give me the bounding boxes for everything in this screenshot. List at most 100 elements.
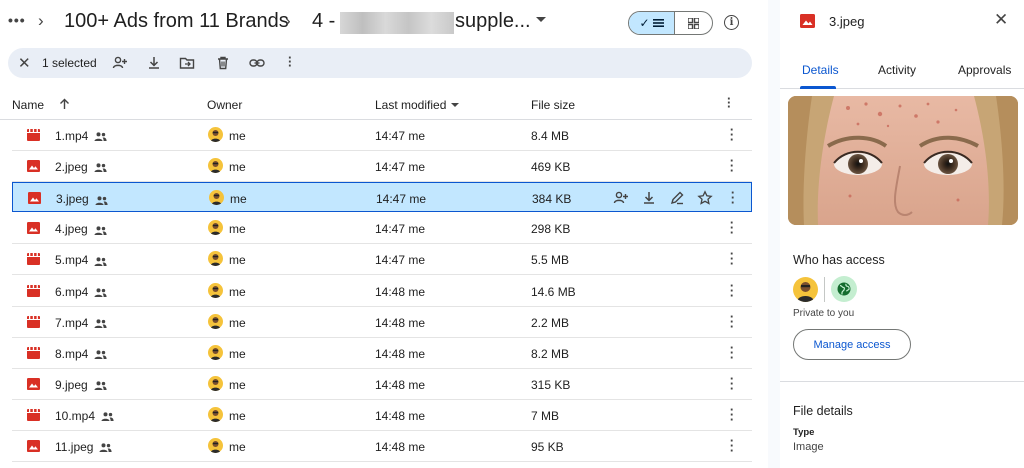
file-name[interactable]: 8.mp4 [55,347,107,361]
owner-name: me [229,129,246,143]
file-name[interactable]: 3.jpeg [56,192,108,206]
table-row[interactable]: 11.jpeg me 14:48 me 95 KB · · · [12,431,752,462]
breadcrumb-more-button[interactable]: ••• [8,12,26,32]
table-row[interactable]: 2.jpeg me 14:47 me 469 KB · · · [12,151,752,183]
last-modified: 14:47 me [375,160,426,175]
shared-people-icon [94,350,107,360]
row-more-actions-icon[interactable]: · · · [727,310,737,333]
table-row[interactable]: 7.mp4 me 14:48 me 2.2 MB · · · [12,307,752,338]
close-details-icon[interactable]: ✕ [994,10,1008,30]
image-preview[interactable] [788,96,1018,225]
table-row[interactable]: 5.mp4 me 14:47 me 5.5 MB · · · [12,244,752,276]
clear-selection-icon[interactable]: ✕ [18,54,31,72]
type-value: Image [793,441,824,453]
link-icon[interactable] [249,55,265,71]
details-pane: 3.jpeg ✕ Details Activity Approvals Who … [780,0,1024,468]
who-has-access-title: Who has access [793,253,885,267]
tab-details[interactable]: Details [802,63,839,77]
file-list-pane: ••• › 100+ Ads from 11 Brands › 4 - supp… [0,0,768,468]
owner-name: me [229,284,246,299]
file-name[interactable]: 6.mp4 [55,285,107,299]
sort-arrow-up-icon[interactable] [59,98,70,110]
breadcrumb-current-folder[interactable]: supple... [455,10,531,33]
file-size: 95 KB [531,440,564,454]
share-icon[interactable] [613,190,629,206]
file-name[interactable]: 7.mp4 [55,316,107,330]
file-name[interactable]: 4.jpeg [55,222,107,236]
file-name[interactable]: 5.mp4 [55,253,107,267]
row-more-actions-icon[interactable]: · · · [727,247,737,270]
row-more-actions-icon[interactable]: · · · [727,341,737,364]
pane-divider [768,0,780,468]
table-row[interactable]: 4.jpeg me 14:47 me 298 KB · · · [12,213,752,245]
row-more-actions-icon[interactable]: · · · [727,216,737,239]
table-row[interactable]: 1.mp4 me 14:47 me 8.4 MB · · · [12,120,752,151]
last-modified: 14:47 me [375,222,426,237]
last-modified: 14:48 me [375,408,426,423]
file-name[interactable]: 9.jpeg [55,378,107,392]
star-icon[interactable] [697,190,713,206]
column-last-modified[interactable]: Last modified [375,98,446,112]
video-file-icon [27,129,40,141]
breadcrumb-current-prefix[interactable]: 4 - [312,10,335,33]
table-row[interactable]: 10.mp4 me 14:48 me 7 MB · · · [12,400,752,431]
owner-name: me [229,408,246,423]
owner-avatar [208,127,223,142]
column-options-icon[interactable]: · · · [727,92,731,113]
file-size: 7 MB [531,408,560,423]
row-more-actions-icon[interactable]: · · · [727,154,737,177]
row-more-actions-icon[interactable]: · · · [727,434,737,457]
last-modified: 14:48 me [375,440,426,454]
grid-view-button[interactable] [675,12,712,34]
selected-count: 1 selected [42,56,97,70]
row-more-actions-icon[interactable]: · · · [727,123,737,146]
row-more-actions-icon[interactable]: · · · [727,403,737,426]
share-icon[interactable] [112,55,128,71]
selection-toolbar: ✕ 1 selected · · · [8,48,752,78]
owner-avatar [208,158,223,174]
sort-dropdown-icon[interactable] [451,103,459,107]
owner-avatar[interactable] [793,277,818,302]
download-icon[interactable] [146,55,162,71]
table-header: Name Owner Last modified File size · · · [0,88,752,120]
file-size: 2.2 MB [531,315,570,330]
manage-access-button[interactable]: Manage access [793,329,911,360]
file-name[interactable]: 11.jpeg [55,440,113,454]
check-icon: ✓ [639,16,650,30]
list-view-button[interactable]: ✓ [629,12,675,34]
move-icon[interactable] [179,55,195,71]
owner-avatar [209,190,224,206]
table-row[interactable]: 6.mp4 me 14:48 me 14.6 MB · · · [12,276,752,307]
table-row[interactable]: 3.jpeg me 14:47 me 384 KB · · · [12,182,752,213]
rename-icon[interactable] [669,190,685,206]
column-owner[interactable]: Owner [207,98,242,112]
column-file-size[interactable]: File size [531,98,575,112]
tab-activity[interactable]: Activity [878,63,916,77]
row-more-actions-icon[interactable]: · · · [727,279,737,302]
trash-icon[interactable] [215,55,231,71]
image-file-icon [27,377,40,390]
row-more-actions-icon[interactable]: · · · [727,372,737,395]
more-actions-icon[interactable]: · · · [288,51,292,72]
folder-dropdown-icon[interactable] [536,17,546,22]
row-more-actions-icon[interactable]: · · · [728,186,738,209]
file-name[interactable]: 1.mp4 [55,129,107,143]
file-size: 8.4 MB [531,129,570,143]
table-row[interactable]: 9.jpeg me 14:48 me 315 KB · · · [12,369,752,400]
file-size: 469 KB [531,160,571,175]
breadcrumb-folder-ads[interactable]: 100+ Ads from 11 Brands [64,10,289,33]
shared-people-icon [94,226,107,235]
table-row[interactable]: 8.mp4 me 14:48 me 8.2 MB · · · [12,338,752,369]
owner-name: me [229,160,246,175]
shared-people-icon [94,319,107,328]
column-name[interactable]: Name [12,98,44,112]
file-name[interactable]: 2.jpeg [55,160,107,174]
tab-approvals[interactable]: Approvals [958,63,1011,77]
image-file-icon [27,160,40,173]
shared-people-icon [101,412,114,422]
last-modified: 14:48 me [375,315,426,330]
info-icon[interactable]: i [724,15,739,30]
download-icon[interactable] [641,190,657,206]
globe-icon[interactable] [831,276,857,302]
file-name[interactable]: 10.mp4 [55,409,114,423]
